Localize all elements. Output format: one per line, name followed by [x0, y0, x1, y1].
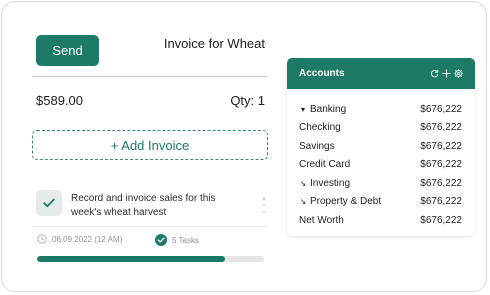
accounts-toolbar — [430, 69, 463, 78]
check-circle-icon — [155, 234, 167, 246]
account-name-wrap: Net Worth — [299, 215, 344, 226]
progress-fill — [37, 256, 226, 262]
gear-icon[interactable] — [454, 69, 463, 78]
more-options-icon[interactable] — [262, 197, 266, 213]
caret-down-icon[interactable]: ▾ — [299, 105, 307, 114]
account-name-wrap: Credit Card — [299, 159, 350, 170]
account-value: $676,222 — [420, 140, 462, 152]
plus-icon[interactable] — [442, 69, 451, 78]
account-row[interactable]: Savings $676,222 — [287, 137, 475, 156]
account-name-wrap: ↘ Investing — [299, 178, 350, 189]
accounts-header: Accounts — [287, 58, 475, 89]
task-checkbox[interactable] — [36, 190, 62, 216]
refresh-icon[interactable] — [430, 69, 439, 78]
add-invoice-button[interactable]: + Add Invoice — [32, 130, 268, 160]
arrow-down-right-icon[interactable]: ↘ — [299, 179, 307, 188]
account-row[interactable]: Credit Card $676,222 — [287, 156, 475, 175]
accounts-list: ▾ Banking $676,222 Checking $676,222 Savings $… — [287, 89, 475, 230]
task-count: 5 Tasks — [155, 234, 199, 246]
invoice-title: Invoice for Wheat — [163, 36, 265, 51]
invoice-qty: Qty: 1 — [230, 93, 265, 108]
account-name-wrap: ▾ Banking — [299, 104, 346, 115]
divider — [32, 76, 267, 77]
account-row[interactable]: Checking $676,222 — [287, 119, 475, 138]
account-row[interactable]: ▾ Banking $676,222 — [287, 100, 475, 119]
clock-icon — [37, 234, 47, 244]
account-value: $676,222 — [420, 159, 462, 171]
progress-bar — [37, 256, 264, 262]
accounts-panel: Accounts ▾ Banking $676,222 Checking $67… — [287, 58, 475, 236]
accounts-title: Accounts — [299, 68, 345, 79]
account-row[interactable]: Net Worth $676,222 — [287, 211, 475, 230]
arrow-down-right-icon[interactable]: ↘ — [299, 197, 307, 206]
send-button[interactable]: Send — [36, 35, 99, 66]
task-date: 06.09.2022 (12 AM) — [37, 234, 122, 244]
account-value: $676,222 — [420, 177, 462, 189]
check-icon — [43, 198, 55, 208]
account-name: Checking — [299, 122, 341, 134]
account-value: $676,222 — [420, 196, 462, 208]
account-row[interactable]: ↘ Property & Debt $676,222 — [287, 193, 475, 212]
account-row[interactable]: ↘ Investing $676,222 — [287, 174, 475, 193]
account-name-wrap: Savings — [299, 141, 335, 152]
account-name: Savings — [299, 140, 335, 152]
account-name: Banking — [310, 103, 347, 115]
task-description: Record and invoice sales for this week's… — [71, 193, 216, 218]
account-name: Property & Debt — [310, 196, 382, 208]
account-value: $676,222 — [420, 122, 462, 134]
invoice-amount: $589.00 — [36, 93, 83, 108]
account-name: Credit Card — [299, 159, 351, 171]
task-count-label: 5 Tasks — [172, 235, 199, 245]
account-value: $676,222 — [420, 103, 462, 115]
account-value: $676,222 — [420, 214, 462, 226]
account-name: Net Worth — [299, 214, 344, 226]
task-date-label: 06.09.2022 (12 AM) — [52, 234, 123, 244]
account-name-wrap: Checking — [299, 122, 341, 133]
account-name-wrap: ↘ Property & Debt — [299, 196, 382, 208]
task-divider — [32, 226, 267, 227]
account-name: Investing — [310, 177, 351, 189]
